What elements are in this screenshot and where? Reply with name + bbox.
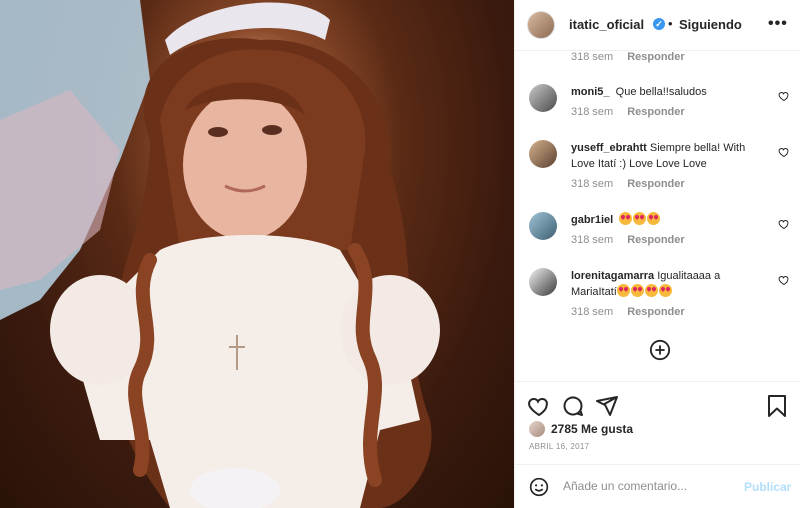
comment-time: 318 sem [571,178,614,190]
comment-body: lorenitagamarra Igualitaaaa a MariaItatí [571,268,765,300]
heart-eyes-emoji-icon [630,284,644,297]
comment-meta: 318 sem Responder [571,234,685,246]
comment-body: yuseff_ebrahtt Siempre bella! With Love … [571,140,765,172]
bookmark-icon[interactable] [765,394,789,418]
author-avatar[interactable] [527,11,555,39]
post-header: itatic_oficial ✓ • Siguiendo ••• [515,0,800,51]
heart-eyes-emoji-icon [619,212,633,225]
comment-body: moni5_ Que bella!!saludos [571,84,765,100]
photo-illustration [0,0,440,508]
commenter-username[interactable]: moni5_ [571,86,610,98]
following-button[interactable]: Siguiendo [679,17,742,32]
reply-button[interactable]: Responder [627,106,684,118]
commenter-avatar[interactable] [529,212,557,240]
reply-button[interactable]: Responder [627,51,684,63]
post-actions [515,381,800,417]
post-viewer: itatic_oficial ✓ • Siguiendo ••• 318 sem… [0,0,800,508]
liker-avatar[interactable] [529,421,545,437]
comment-text: Que bella!!saludos [615,86,707,98]
reply-button[interactable]: Responder [627,234,684,246]
heart-icon[interactable] [778,274,790,286]
comment-time: 318 sem [571,306,614,318]
comment-icon[interactable] [561,394,585,418]
reply-button[interactable]: Responder [627,178,684,190]
comment-meta: 318 sem Responder [571,106,685,118]
author-username[interactable]: itatic_oficial [569,17,644,32]
plus-circle-icon[interactable] [649,339,671,361]
comment-time: 318 sem [571,51,614,63]
comment-meta: 318 sem Responder [571,306,685,318]
heart-eyes-emoji-icon [616,284,630,297]
heart-eyes-emoji-icon [644,284,658,297]
commenter-username[interactable]: gabr1iel [571,214,613,226]
comment-body: gabr1iel [571,212,765,228]
reply-button[interactable]: Responder [627,306,684,318]
more-options-icon[interactable]: ••• [768,15,788,33]
comment-meta-partial: 318 sem Responder [571,51,685,63]
commenter-username[interactable]: lorenitagamarra [571,270,654,282]
heart-icon[interactable] [527,394,551,418]
post-photo[interactable] [0,0,514,508]
verified-badge-icon: ✓ [653,18,665,30]
heart-eyes-emoji-icon [647,212,661,225]
comment-input[interactable] [563,476,733,496]
comment-time: 318 sem [571,234,614,246]
commenter-avatar[interactable] [529,84,557,112]
commenter-username[interactable]: yuseff_ebrahtt [571,142,647,154]
comment-meta: 318 sem Responder [571,178,685,190]
comments-panel: itatic_oficial ✓ • Siguiendo ••• 318 sem… [514,0,800,508]
heart-icon[interactable] [778,146,790,158]
heart-eyes-emoji-icon [633,212,647,225]
post-date[interactable]: ABRIL 16, 2017 [529,442,589,451]
heart-icon[interactable] [778,218,790,230]
commenter-avatar[interactable] [529,140,557,168]
heart-eyes-emoji-icon [658,284,672,297]
add-comment-bar: Publicar [515,464,800,508]
heart-icon[interactable] [778,90,790,102]
likes-count[interactable]: 2785 Me gusta [551,422,633,436]
share-icon[interactable] [595,394,619,418]
comment-time: 318 sem [571,106,614,118]
publish-button[interactable]: Publicar [744,480,791,494]
separator-dot: • [668,16,673,31]
emoji-smile-icon[interactable] [529,477,549,497]
commenter-avatar[interactable] [529,268,557,296]
